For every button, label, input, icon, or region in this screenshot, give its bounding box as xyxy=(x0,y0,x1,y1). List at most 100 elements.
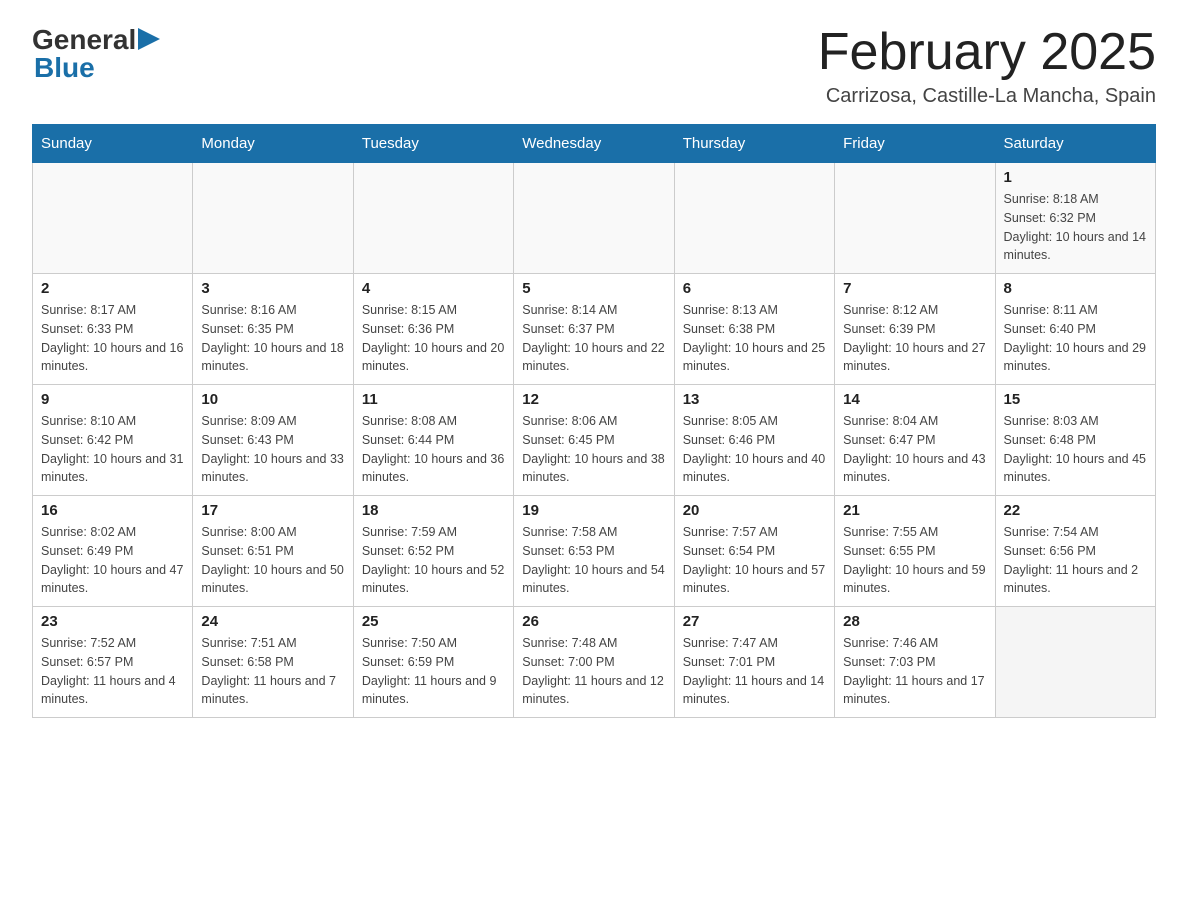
page-header: General Blue February 2025 Carrizosa, Ca… xyxy=(32,24,1156,108)
day-info: Sunrise: 7:50 AM Sunset: 6:59 PM Dayligh… xyxy=(362,634,505,709)
day-info: Sunrise: 8:04 AM Sunset: 6:47 PM Dayligh… xyxy=(843,412,986,487)
day-number: 14 xyxy=(843,391,986,408)
day-info: Sunrise: 7:58 AM Sunset: 6:53 PM Dayligh… xyxy=(522,523,665,598)
calendar-cell xyxy=(33,163,193,274)
day-number: 17 xyxy=(201,502,344,519)
day-number: 2 xyxy=(41,280,184,297)
logo: General Blue xyxy=(32,24,166,84)
day-number: 10 xyxy=(201,391,344,408)
calendar-cell: 15 Sunrise: 8:03 AM Sunset: 6:48 PM Dayli… xyxy=(995,385,1155,496)
day-info: Sunrise: 8:02 AM Sunset: 6:49 PM Dayligh… xyxy=(41,523,184,598)
calendar-cell: 23Sunrise: 7:52 AM Sunset: 6:57 PM Dayli… xyxy=(33,607,193,718)
calendar-cell xyxy=(514,163,674,274)
day-info: Sunrise: 8:05 AM Sunset: 6:46 PM Dayligh… xyxy=(683,412,826,487)
calendar-cell xyxy=(193,163,353,274)
calendar-cell: 24 Sunrise: 7:51 AM Sunset: 6:58 PM Dayli… xyxy=(193,607,353,718)
logo-arrow-icon xyxy=(138,26,166,52)
page-title: February 2025 xyxy=(818,24,1156,81)
calendar-cell: 26Sunrise: 7:48 AM Sunset: 7:00 PM Dayli… xyxy=(514,607,674,718)
calendar-cell: 12Sunrise: 8:06 AM Sunset: 6:45 PM Dayli… xyxy=(514,385,674,496)
day-number: 25 xyxy=(362,613,505,630)
calendar-cell xyxy=(995,607,1155,718)
day-number: 5 xyxy=(522,280,665,297)
day-info: Sunrise: 7:54 AM Sunset: 6:56 PM Dayligh… xyxy=(1004,523,1147,598)
calendar-cell: 6Sunrise: 8:13 AM Sunset: 6:38 PM Daylig… xyxy=(674,274,834,385)
calendar-cell: 27Sunrise: 7:47 AM Sunset: 7:01 PM Dayli… xyxy=(674,607,834,718)
day-number: 19 xyxy=(522,502,665,519)
calendar-cell: 13 Sunrise: 8:05 AM Sunset: 6:46 PM Dayli… xyxy=(674,385,834,496)
day-number: 7 xyxy=(843,280,986,297)
day-number: 21 xyxy=(843,502,986,519)
calendar-cell: 1 Sunrise: 8:18 AM Sunset: 6:32 PM Daylig… xyxy=(995,163,1155,274)
day-number: 13 xyxy=(683,391,826,408)
day-info: Sunrise: 8:13 AM Sunset: 6:38 PM Dayligh… xyxy=(683,301,826,376)
day-info: Sunrise: 8:09 AM Sunset: 6:43 PM Dayligh… xyxy=(201,412,344,487)
day-number: 22 xyxy=(1004,502,1147,519)
weekday-header-friday: Friday xyxy=(835,125,995,163)
calendar-cell: 4 Sunrise: 8:15 AM Sunset: 6:36 PM Daylig… xyxy=(353,274,513,385)
day-number: 16 xyxy=(41,502,184,519)
calendar-cell: 16 Sunrise: 8:02 AM Sunset: 6:49 PM Dayli… xyxy=(33,496,193,607)
calendar-cell: 18 Sunrise: 7:59 AM Sunset: 6:52 PM Dayli… xyxy=(353,496,513,607)
day-number: 8 xyxy=(1004,280,1147,297)
calendar-cell: 17 Sunrise: 8:00 AM Sunset: 6:51 PM Dayli… xyxy=(193,496,353,607)
calendar-cell: 11Sunrise: 8:08 AM Sunset: 6:44 PM Dayli… xyxy=(353,385,513,496)
day-info: Sunrise: 8:18 AM Sunset: 6:32 PM Dayligh… xyxy=(1004,190,1147,265)
weekday-header-sunday: Sunday xyxy=(33,125,193,163)
calendar-cell: 9Sunrise: 8:10 AM Sunset: 6:42 PM Daylig… xyxy=(33,385,193,496)
day-number: 24 xyxy=(201,613,344,630)
day-number: 4 xyxy=(362,280,505,297)
day-info: Sunrise: 8:16 AM Sunset: 6:35 PM Dayligh… xyxy=(201,301,344,376)
calendar-week-row: 9Sunrise: 8:10 AM Sunset: 6:42 PM Daylig… xyxy=(33,385,1156,496)
logo-blue-text: Blue xyxy=(34,52,95,83)
day-info: Sunrise: 8:11 AM Sunset: 6:40 PM Dayligh… xyxy=(1004,301,1147,376)
calendar-cell: 25 Sunrise: 7:50 AM Sunset: 6:59 PM Dayli… xyxy=(353,607,513,718)
weekday-header-saturday: Saturday xyxy=(995,125,1155,163)
calendar-table: SundayMondayTuesdayWednesdayThursdayFrid… xyxy=(32,124,1156,718)
calendar-cell: 8 Sunrise: 8:11 AM Sunset: 6:40 PM Daylig… xyxy=(995,274,1155,385)
weekday-header-thursday: Thursday xyxy=(674,125,834,163)
calendar-week-row: 2 Sunrise: 8:17 AM Sunset: 6:33 PM Daylig… xyxy=(33,274,1156,385)
title-area: February 2025 Carrizosa, Castille-La Man… xyxy=(818,24,1156,108)
calendar-cell: 7 Sunrise: 8:12 AM Sunset: 6:39 PM Daylig… xyxy=(835,274,995,385)
calendar-cell: 3 Sunrise: 8:16 AM Sunset: 6:35 PM Daylig… xyxy=(193,274,353,385)
day-info: Sunrise: 7:55 AM Sunset: 6:55 PM Dayligh… xyxy=(843,523,986,598)
day-info: Sunrise: 8:12 AM Sunset: 6:39 PM Dayligh… xyxy=(843,301,986,376)
day-info: Sunrise: 8:00 AM Sunset: 6:51 PM Dayligh… xyxy=(201,523,344,598)
calendar-cell: 21 Sunrise: 7:55 AM Sunset: 6:55 PM Dayli… xyxy=(835,496,995,607)
calendar-header-row: SundayMondayTuesdayWednesdayThursdayFrid… xyxy=(33,125,1156,163)
day-info: Sunrise: 7:47 AM Sunset: 7:01 PM Dayligh… xyxy=(683,634,826,709)
weekday-header-wednesday: Wednesday xyxy=(514,125,674,163)
day-number: 9 xyxy=(41,391,184,408)
day-number: 15 xyxy=(1004,391,1147,408)
calendar-cell: 14 Sunrise: 8:04 AM Sunset: 6:47 PM Dayli… xyxy=(835,385,995,496)
weekday-header-monday: Monday xyxy=(193,125,353,163)
day-info: Sunrise: 8:15 AM Sunset: 6:36 PM Dayligh… xyxy=(362,301,505,376)
day-info: Sunrise: 7:59 AM Sunset: 6:52 PM Dayligh… xyxy=(362,523,505,598)
calendar-cell: 20Sunrise: 7:57 AM Sunset: 6:54 PM Dayli… xyxy=(674,496,834,607)
day-info: Sunrise: 8:17 AM Sunset: 6:33 PM Dayligh… xyxy=(41,301,184,376)
day-number: 28 xyxy=(843,613,986,630)
day-info: Sunrise: 7:51 AM Sunset: 6:58 PM Dayligh… xyxy=(201,634,344,709)
page-subtitle: Carrizosa, Castille-La Mancha, Spain xyxy=(818,85,1156,108)
calendar-cell: 28 Sunrise: 7:46 AM Sunset: 7:03 PM Dayli… xyxy=(835,607,995,718)
day-number: 20 xyxy=(683,502,826,519)
calendar-cell: 22 Sunrise: 7:54 AM Sunset: 6:56 PM Dayli… xyxy=(995,496,1155,607)
calendar-cell: 19 Sunrise: 7:58 AM Sunset: 6:53 PM Dayli… xyxy=(514,496,674,607)
day-number: 3 xyxy=(201,280,344,297)
weekday-header-tuesday: Tuesday xyxy=(353,125,513,163)
day-info: Sunrise: 8:14 AM Sunset: 6:37 PM Dayligh… xyxy=(522,301,665,376)
calendar-cell: 10 Sunrise: 8:09 AM Sunset: 6:43 PM Dayli… xyxy=(193,385,353,496)
calendar-cell: 5 Sunrise: 8:14 AM Sunset: 6:37 PM Daylig… xyxy=(514,274,674,385)
calendar-cell xyxy=(353,163,513,274)
calendar-week-row: 16 Sunrise: 8:02 AM Sunset: 6:49 PM Dayli… xyxy=(33,496,1156,607)
day-info: Sunrise: 7:48 AM Sunset: 7:00 PM Dayligh… xyxy=(522,634,665,709)
day-info: Sunrise: 8:03 AM Sunset: 6:48 PM Dayligh… xyxy=(1004,412,1147,487)
day-info: Sunrise: 7:46 AM Sunset: 7:03 PM Dayligh… xyxy=(843,634,986,709)
day-info: Sunrise: 8:06 AM Sunset: 6:45 PM Dayligh… xyxy=(522,412,665,487)
day-number: 1 xyxy=(1004,169,1147,186)
calendar-week-row: 1 Sunrise: 8:18 AM Sunset: 6:32 PM Daylig… xyxy=(33,163,1156,274)
calendar-cell xyxy=(835,163,995,274)
day-number: 23 xyxy=(41,613,184,630)
day-number: 18 xyxy=(362,502,505,519)
